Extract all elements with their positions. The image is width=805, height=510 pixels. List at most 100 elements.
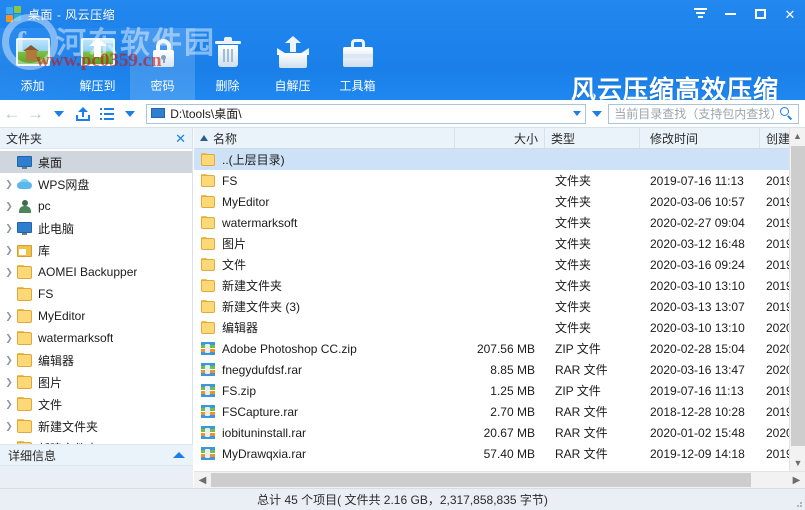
sidebar-item-4[interactable]: ❯ 库 [0,239,192,261]
table-row[interactable]: FS.zip 1.25 MB ZIP 文件 2019-07-16 11:13 2019 [194,380,805,401]
table-row[interactable]: 图片 文件夹 2020-03-12 16:48 2019 [194,233,805,254]
column-header-modified-time[interactable]: 修改时间 [640,128,760,148]
expand-chevron-icon[interactable]: ❯ [2,267,16,278]
sidebar-item-8[interactable]: ❯ watermarksoft [0,327,192,349]
chevron-up-icon[interactable] [173,452,185,458]
expand-chevron-icon[interactable]: ❯ [2,179,16,190]
horizontal-scrollbar[interactable]: ◀ ▶ [194,471,805,488]
cell-name: FS.zip [194,380,455,401]
toolbar-button-delete[interactable]: 删除 [195,28,260,100]
sidebar-item-9[interactable]: ❯ 编辑器 [0,349,192,371]
search-scope-chevron-down-icon[interactable] [592,110,603,117]
folder-icon [16,308,33,324]
file-name-label: 新建文件夹 [222,279,283,293]
expand-chevron-icon[interactable]: ❯ [2,421,16,432]
search-input[interactable]: 当前目录查找（支持包内查找） [608,103,799,124]
sidebar-item-3[interactable]: ❯ 此电脑 [0,217,192,239]
minimize-icon[interactable] [715,0,745,28]
expand-chevron-icon[interactable]: ❯ [2,157,16,168]
list-view-icon[interactable] [95,101,119,127]
table-row[interactable]: 文件 文件夹 2020-03-16 09:24 2019 [194,254,805,275]
scroll-right-icon[interactable]: ▶ [788,472,805,488]
table-row[interactable]: ..(上层目录) [194,149,805,170]
status-text: 总计 45 个项目( 文件共 2.16 GB，2,317,858,835 字节) [257,493,548,507]
search-icon[interactable] [780,107,793,120]
scroll-left-icon[interactable]: ◀ [194,472,211,488]
sidebar-item-6[interactable]: ❯ FS [0,283,192,305]
toolbar-button-add[interactable]: 添加 [0,28,65,100]
vertical-scroll-thumb[interactable] [791,146,805,446]
sidebar-item-label: watermarksoft [38,331,114,345]
table-row[interactable]: watermarksoft 文件夹 2020-02-27 09:04 2019 [194,212,805,233]
vertical-scrollbar[interactable]: ▲ ▼ [789,128,805,471]
expand-chevron-icon[interactable]: ❯ [2,201,16,212]
table-row[interactable]: Adobe Photoshop CC.zip 207.56 MB ZIP 文件 202… [194,338,805,359]
folder-icon [16,286,33,302]
expand-chevron-icon[interactable]: ❯ [2,377,16,388]
sidebar-item-label: 图片 [38,375,63,390]
expand-chevron-icon[interactable]: ❯ [2,245,16,256]
maximize-icon[interactable] [745,0,775,28]
view-chevron-down-icon[interactable] [119,101,143,127]
expand-chevron-icon[interactable]: ❯ [2,399,16,410]
toolbar-button-toolbox[interactable]: 工具箱 [325,28,390,100]
menu-icon[interactable] [685,0,715,28]
folder-icon [16,396,33,412]
column-header-type[interactable]: 类型 [545,128,640,148]
sidebar-item-5[interactable]: ❯ AOMEI Backupper [0,261,192,283]
column-header-name[interactable]: 名称 [194,128,455,148]
table-row[interactable]: MyDrawqxia.rar 57.40 MB RAR 文件 2019-12-09 1… [194,443,805,464]
back-arrow-icon[interactable]: ← [0,101,24,127]
sidebar-item-1[interactable]: ❯ WPS网盘 [0,173,192,195]
toolbar-button-extract-to[interactable]: 解压到 [65,28,130,100]
cell-type [545,149,640,170]
expand-chevron-icon[interactable]: ❯ [2,333,16,344]
add-archive-icon [12,34,54,74]
sidebar-item-label: MyEditor [38,309,86,323]
toolbar-button-password[interactable]: 密码 [130,28,195,100]
scroll-down-icon[interactable]: ▼ [790,455,805,471]
sidebar-item-label: WPS网盘 [38,177,90,192]
toolbar-label-add: 添加 [20,79,45,93]
sidebar-item-12[interactable]: ❯ 新建文件夹 [0,415,192,437]
history-chevron-down-icon[interactable] [47,101,71,127]
close-icon[interactable]: ✕ [775,0,805,28]
detail-panel-body [0,466,193,488]
table-row[interactable]: MyEditor 文件夹 2020-03-06 10:57 2019 [194,191,805,212]
sidebar-item-7[interactable]: ❯ MyEditor [0,305,192,327]
main-toolbar: 添加 解压到 密码 删除 自解压 工具箱 风云压缩高效压缩 [0,28,805,100]
sidebar-item-11[interactable]: ❯ 文件 [0,393,192,415]
table-row[interactable]: fnegydufdsf.rar 8.85 MB RAR 文件 2020-03-16 1… [194,359,805,380]
scroll-up-icon[interactable]: ▲ [790,128,805,144]
expand-chevron-icon[interactable]: ❯ [2,311,16,322]
column-header-size[interactable]: 大小 [455,128,545,148]
folder-icon [200,194,216,209]
close-icon[interactable]: ✕ [175,132,186,145]
expand-chevron-icon[interactable]: ❯ [2,289,16,300]
folder-icon [200,257,216,272]
cell-type: 文件夹 [555,300,592,314]
table-row[interactable]: 新建文件夹 文件夹 2020-03-10 13:10 2019 [194,275,805,296]
table-row[interactable]: iobituninstall.rar 20.67 MB RAR 文件 2020-01-… [194,422,805,443]
expand-chevron-icon[interactable]: ❯ [2,355,16,366]
sidebar-item-2[interactable]: ❯ pc [0,195,192,217]
sidebar-item-label: pc [38,199,51,213]
sidebar-item-0[interactable]: ❯ 桌面 [0,151,192,173]
table-row[interactable]: 编辑器 文件夹 2020-03-10 13:10 2020 [194,317,805,338]
table-row[interactable]: 新建文件夹 (3) 文件夹 2020-03-13 13:07 2019 [194,296,805,317]
table-row[interactable]: FS 文件夹 2019-07-16 11:13 2019 [194,170,805,191]
sidebar-item-10[interactable]: ❯ 图片 [0,371,192,393]
expand-chevron-icon[interactable]: ❯ [2,223,16,234]
forward-arrow-icon[interactable]: → [24,101,48,127]
upload-box-icon[interactable] [71,101,95,127]
address-bar[interactable]: D:\tools\桌面\ [146,103,587,124]
table-row[interactable]: FSCapture.rar 2.70 MB RAR 文件 2018-12-28 10:… [194,401,805,422]
horizontal-scroll-track[interactable] [211,472,788,488]
address-chevron-down-icon[interactable] [573,111,582,116]
sidebar-item-label: AOMEI Backupper [38,265,138,279]
horizontal-scroll-thumb[interactable] [211,473,751,487]
toolbar-button-self-extract[interactable]: 自解压 [260,28,325,100]
cell-modified-time: 2020-02-27 09:04 [650,215,745,230]
resize-grip-icon[interactable] [793,498,803,508]
detail-panel-header[interactable]: 详细信息 [0,444,193,466]
